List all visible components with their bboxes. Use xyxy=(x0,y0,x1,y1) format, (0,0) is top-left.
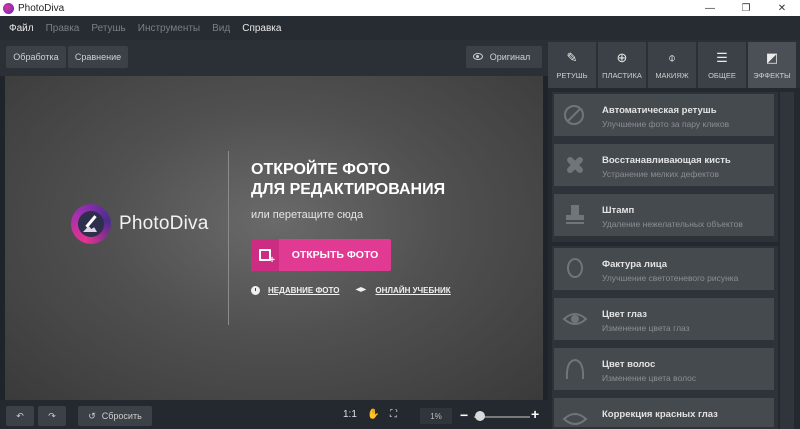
zoom-out-button[interactable]: − xyxy=(460,407,468,423)
hair-color-icon xyxy=(565,358,585,380)
divider xyxy=(228,151,229,325)
menu-tools[interactable]: Инструменты xyxy=(138,23,200,34)
effects-icon: ◩ xyxy=(765,50,779,65)
photodiva-logo: PhotoDiva xyxy=(71,202,221,248)
zoom-in-button[interactable]: + xyxy=(531,406,539,422)
process-button[interactable]: Обработка xyxy=(6,46,66,68)
open-photo-button[interactable]: ОТКРЫТЬ ФОТО xyxy=(251,239,391,271)
bottom-toolbar: ↶ ↷ ↺ Сбросить 1:1 ✋ ⛶ 1% − + xyxy=(0,400,548,429)
tool-face-texture[interactable]: Фактура лица Улучшение светотеневого рис… xyxy=(554,248,774,290)
logo-text: PhotoDiva xyxy=(119,213,209,234)
fit-screen-icon[interactable]: ⛶ xyxy=(390,409,397,420)
tool-eye-color[interactable]: Цвет глаз Изменение цвета глаз xyxy=(554,298,774,340)
tool-hair-color[interactable]: Цвет волос Изменение цвета волос xyxy=(554,348,774,390)
tab-makeup[interactable]: ⌽ МАКИЯЖ xyxy=(648,42,696,88)
menu-bar: Файл Правка Ретушь Инструменты Вид Справ… xyxy=(0,16,800,40)
undo-icon: ↶ xyxy=(16,410,24,421)
tool-tabs: ✎ РЕТУШЬ ⊕ ПЛАСТИКА ⌽ МАКИЯЖ ☰ ОБЩЕЕ ◩ Э… xyxy=(548,40,800,88)
menu-file[interactable]: Файл xyxy=(9,23,34,34)
tool-list-scrollbar[interactable] xyxy=(780,92,794,429)
reset-label: Сбросить xyxy=(101,411,142,421)
window-controls: — ❐ ✕ xyxy=(692,0,800,16)
stamp-icon xyxy=(566,205,584,224)
tool-auto-retouch[interactable]: Автоматическая ретушь Улучшение фото за … xyxy=(554,94,774,136)
recent-photos-link[interactable]: НЕДАВНИЕ ФОТО xyxy=(251,286,339,295)
window-title: PhotoDiva xyxy=(18,2,65,14)
face-texture-icon xyxy=(567,258,583,278)
menu-view[interactable]: Вид xyxy=(212,23,230,34)
eye-color-icon xyxy=(562,313,588,325)
makeup-icon: ⌽ xyxy=(668,50,676,65)
hand-tool-icon[interactable]: ✋ xyxy=(367,409,379,420)
tool-red-eye[interactable]: Коррекция красных глаз xyxy=(554,398,774,427)
eye-icon xyxy=(473,53,483,60)
actual-size-button[interactable]: 1:1 xyxy=(343,409,357,420)
retouch-icon: ✎ xyxy=(566,50,578,65)
undo-button[interactable]: ↶ xyxy=(6,406,34,426)
healing-brush-icon xyxy=(567,157,583,173)
photodiva-logo-icon xyxy=(71,204,111,244)
add-photo-icon xyxy=(251,239,279,271)
tool-group-face: Фактура лица Улучшение светотеневого рис… xyxy=(552,246,778,429)
tab-general[interactable]: ☰ ОБЩЕЕ xyxy=(698,42,746,88)
original-label: Оригинал xyxy=(489,52,531,62)
redo-icon: ↷ xyxy=(48,410,56,421)
minimize-button[interactable]: — xyxy=(692,0,728,16)
tool-healing-brush[interactable]: Восстанавливающая кисть Устранение мелки… xyxy=(554,144,774,186)
compare-button[interactable]: Сравнение xyxy=(68,46,128,68)
tool-group-basic: Автоматическая ретушь Улучшение фото за … xyxy=(552,92,778,242)
clock-icon xyxy=(251,286,260,295)
photo-canvas[interactable]: PhotoDiva ОТКРОЙТЕ ФОТО ДЛЯ РЕДАКТИРОВАН… xyxy=(5,76,543,400)
app-logo-icon xyxy=(3,2,14,14)
zoom-slider-handle[interactable] xyxy=(474,411,485,421)
quick-links: НЕДАВНИЕ ФОТО ОНЛАЙН УЧЕБНИК xyxy=(251,286,467,295)
open-photo-label: ОТКРЫТЬ ФОТО xyxy=(291,249,379,261)
menu-retouch[interactable]: Ретушь xyxy=(91,23,125,34)
tab-retouch[interactable]: ✎ РЕТУШЬ xyxy=(548,42,596,88)
open-photo-heading: ОТКРОЙТЕ ФОТО ДЛЯ РЕДАКТИРОВАНИЯ xyxy=(251,161,446,198)
red-eye-icon xyxy=(562,413,588,425)
redo-button[interactable]: ↷ xyxy=(38,406,66,426)
sliders-icon: ☰ xyxy=(716,50,728,65)
tab-effects[interactable]: ◩ ЭФФЕКТЫ xyxy=(748,42,796,88)
maximize-button[interactable]: ❐ xyxy=(728,0,764,16)
auto-retouch-icon xyxy=(564,105,584,125)
plastic-icon: ⊕ xyxy=(616,50,628,65)
drag-hint: или перетащите сюда xyxy=(251,209,364,221)
tool-list: Автоматическая ретушь Улучшение фото за … xyxy=(548,88,800,429)
close-button[interactable]: ✕ xyxy=(764,0,800,16)
graduation-cap-icon xyxy=(355,287,367,292)
tab-plastic[interactable]: ⊕ ПЛАСТИКА xyxy=(598,42,646,88)
reset-icon: ↺ xyxy=(88,410,96,421)
top-toolbar: Обработка Сравнение Оригинал xyxy=(0,40,548,76)
menu-help[interactable]: Справка xyxy=(242,23,281,34)
tool-stamp[interactable]: Штамп Удаление нежелательных объектов xyxy=(554,194,774,236)
title-bar: PhotoDiva — ❐ ✕ xyxy=(0,0,800,16)
original-button[interactable]: Оригинал xyxy=(466,46,542,68)
menu-edit[interactable]: Правка xyxy=(46,23,80,34)
online-tutorial-link[interactable]: ОНЛАЙН УЧЕБНИК xyxy=(355,286,451,295)
zoom-value[interactable]: 1% xyxy=(420,408,452,424)
reset-button[interactable]: ↺ Сбросить xyxy=(78,406,152,426)
